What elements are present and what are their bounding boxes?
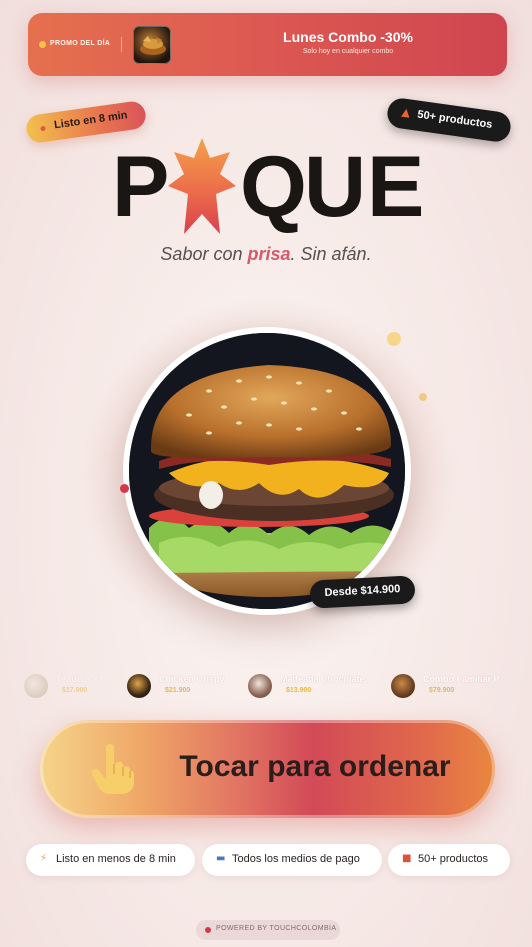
logo-letter-e: E: [367, 139, 425, 235]
feature-chip-payment: ▬ Todos los medios de pago: [202, 844, 382, 876]
price-badge-label: Desde $14.900: [324, 583, 401, 599]
product-thumbnail: [127, 674, 151, 698]
tagline: Sabor con prisa. Sin afán.: [0, 244, 532, 265]
ready-time-label: Listo en 8 min: [53, 109, 129, 132]
products-count-badge: ▲ 50+ productos: [385, 96, 513, 144]
product-thumbnail: [24, 674, 48, 698]
brand-logo: P Q U E: [112, 138, 432, 240]
powered-by-footer: POWERED BY TOUCHCOLOMBIA: [196, 920, 340, 940]
price-badge: Desde $14.900: [309, 575, 416, 609]
order-button-label: Tocar para ordenar: [179, 750, 451, 783]
tagline-start: Sabor con: [160, 244, 248, 264]
promo-thumbnail: [133, 26, 171, 64]
product-price: $21.900: [165, 687, 191, 694]
star-icon: [168, 138, 236, 234]
lightning-icon: ⚡: [40, 853, 48, 864]
product-name: Combo Familiar P: [423, 674, 500, 684]
product-name: Malteada Chocolate: [280, 674, 365, 684]
feature-chip-products: ■ 50+ productos: [388, 844, 510, 876]
product-name: Chicken Crispy: [159, 674, 225, 684]
product-price: $79.900: [429, 687, 455, 694]
hero-image-frame[interactable]: [123, 327, 411, 615]
feature-chip-label: Todos los medios de pago: [232, 853, 360, 865]
gift-icon: ■: [402, 853, 412, 864]
promo-subtitle: Solo hoy en cualquier combo: [302, 48, 394, 55]
bolt-dot-icon: [40, 125, 46, 132]
product-thumbnail: [391, 674, 415, 698]
order-button[interactable]: Tocar para ordenar: [40, 720, 495, 818]
product-price: $13.900: [286, 687, 312, 694]
logo-letter-q: Q: [240, 139, 307, 235]
promo-banner[interactable]: PROMO DEL DÍA Lunes Combo -30% Solo hoy …: [28, 13, 507, 76]
promo-dot-icon: [39, 41, 46, 48]
tagline-accent: prisa: [247, 244, 291, 264]
product-price: $17.900: [62, 687, 88, 694]
product-thumbnail: [248, 674, 272, 698]
footer-text: POWERED BY TOUCHCOLOMBIA: [216, 925, 337, 932]
promo-tag: PROMO DEL DÍA: [50, 40, 111, 47]
product-name: Tenders x3: [56, 674, 103, 684]
burger-image: [129, 333, 405, 609]
products-count-label: 50+ productos: [416, 108, 494, 132]
feature-chip-time: ⚡ Listo en menos de 8 min: [26, 844, 195, 876]
decor-dot: [120, 484, 129, 493]
decor-dot: [419, 393, 427, 401]
promo-divider: [121, 37, 122, 52]
logo-letter-u: U: [304, 139, 367, 235]
footer-dot-icon: [205, 927, 211, 933]
product-carousel[interactable]: Tenders x3 $17.900 Chicken Crispy $21.90…: [0, 668, 532, 704]
decor-dot: [387, 332, 401, 346]
fire-icon: ▲: [400, 105, 411, 120]
tagline-end: . Sin afán.: [290, 244, 372, 264]
promo-title: Lunes Combo -30%: [283, 29, 413, 45]
tap-hand-icon: [91, 744, 134, 794]
logo-letter-p: P: [112, 139, 170, 235]
ready-time-badge: Listo en 8 min: [24, 99, 148, 145]
feature-chip-label: Listo en menos de 8 min: [56, 853, 176, 865]
card-icon: ▬: [216, 853, 226, 864]
feature-chip-label: 50+ productos: [418, 853, 489, 865]
